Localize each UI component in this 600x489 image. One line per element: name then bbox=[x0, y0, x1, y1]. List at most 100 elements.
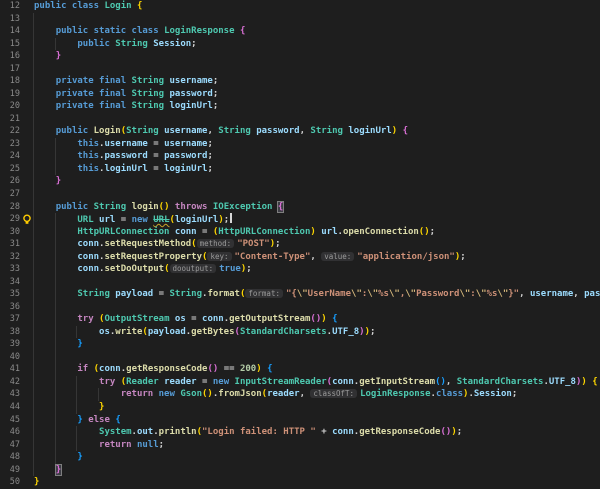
line-number[interactable]: 40 bbox=[0, 351, 20, 364]
code-line[interactable]: 35 String payload = String.format(format… bbox=[0, 288, 600, 301]
line-number[interactable]: 48 bbox=[0, 451, 20, 464]
code-line[interactable]: 37 try (OutputStream os = conn.getOutput… bbox=[0, 313, 600, 326]
code-line[interactable]: 12public class Login { bbox=[0, 0, 600, 13]
gutter-glyph-margin bbox=[20, 213, 34, 226]
code-token: = bbox=[197, 377, 213, 387]
code-line[interactable]: 41 if (conn.getResponseCode() == 200) { bbox=[0, 363, 600, 376]
line-number[interactable]: 15 bbox=[0, 38, 20, 51]
line-number[interactable]: 14 bbox=[0, 25, 20, 38]
code-line[interactable]: 30 HttpURLConnection conn = (HttpURLConn… bbox=[0, 226, 600, 239]
line-number[interactable]: 18 bbox=[0, 75, 20, 88]
code-token: this bbox=[77, 151, 99, 161]
line-number[interactable]: 47 bbox=[0, 439, 20, 452]
line-number[interactable]: 49 bbox=[0, 464, 20, 477]
line-number[interactable]: 33 bbox=[0, 263, 20, 276]
line-number[interactable]: 26 bbox=[0, 175, 20, 188]
line-number[interactable]: 22 bbox=[0, 125, 20, 138]
code-token: password bbox=[169, 89, 212, 99]
line-number[interactable]: 21 bbox=[0, 113, 20, 126]
line-number[interactable]: 32 bbox=[0, 251, 20, 264]
line-number[interactable]: 29 bbox=[0, 213, 20, 226]
line-number[interactable]: 43 bbox=[0, 388, 20, 401]
code-line[interactable]: 43 return new Gson().fromJson(reader, cl… bbox=[0, 388, 600, 401]
line-number[interactable]: 46 bbox=[0, 426, 20, 439]
code-line[interactable]: 34 bbox=[0, 276, 600, 289]
code-line[interactable]: 29 URL url = new URL(loginUrl); bbox=[0, 213, 600, 226]
code-token: if bbox=[77, 364, 88, 374]
line-number[interactable]: 34 bbox=[0, 276, 20, 289]
code-token: \" bbox=[389, 289, 400, 299]
line-number[interactable]: 13 bbox=[0, 13, 20, 26]
code-line[interactable]: 31 conn.setRequestMethod(method:"POST"); bbox=[0, 238, 600, 251]
code-text: return null; bbox=[34, 439, 164, 452]
code-line[interactable]: 33 conn.setDoOutput(dooutput:true); bbox=[0, 263, 600, 276]
line-number[interactable]: 37 bbox=[0, 313, 20, 326]
code-token: ; bbox=[457, 427, 462, 437]
code-line[interactable]: 45 } else { bbox=[0, 414, 600, 427]
code-token: setRequestProperty bbox=[104, 252, 202, 262]
code-token: \" bbox=[297, 289, 308, 299]
code-line[interactable]: 32 conn.setRequestProperty(key:"Content-… bbox=[0, 251, 600, 264]
line-number[interactable]: 23 bbox=[0, 138, 20, 151]
code-line[interactable]: 21 bbox=[0, 113, 600, 126]
code-line[interactable]: 50} bbox=[0, 476, 600, 489]
code-line[interactable]: 28 public String login() throws IOExcept… bbox=[0, 201, 600, 214]
code-token: conn bbox=[77, 239, 99, 249]
line-number[interactable]: 24 bbox=[0, 150, 20, 163]
code-token: this bbox=[77, 164, 99, 174]
code-line[interactable]: 27 bbox=[0, 188, 600, 201]
code-line[interactable]: 42 try (Reader reader = new InputStreamR… bbox=[0, 376, 600, 389]
code-line[interactable]: 44 } bbox=[0, 401, 600, 414]
code-line[interactable]: 20 private final String loginUrl; bbox=[0, 100, 600, 113]
code-token: loginUrl bbox=[348, 126, 391, 136]
line-number[interactable]: 16 bbox=[0, 50, 20, 63]
code-text: if (conn.getResponseCode() == 200) { bbox=[34, 363, 273, 376]
code-line[interactable]: 46 System.out.println("Login failed: HTT… bbox=[0, 426, 600, 439]
code-token: { bbox=[332, 314, 337, 324]
line-number[interactable]: 35 bbox=[0, 288, 20, 301]
line-number[interactable]: 50 bbox=[0, 476, 20, 489]
line-number[interactable]: 19 bbox=[0, 88, 20, 101]
code-line[interactable]: 13 bbox=[0, 13, 600, 26]
line-number[interactable]: 45 bbox=[0, 414, 20, 427]
line-number[interactable]: 30 bbox=[0, 226, 20, 239]
line-number[interactable]: 38 bbox=[0, 326, 20, 339]
code-line[interactable]: 36 bbox=[0, 301, 600, 314]
line-number[interactable]: 31 bbox=[0, 238, 20, 251]
line-number[interactable]: 44 bbox=[0, 401, 20, 414]
code-line[interactable]: 49 } bbox=[0, 464, 600, 477]
line-number[interactable]: 28 bbox=[0, 201, 20, 214]
code-line[interactable]: 16 } bbox=[0, 50, 600, 63]
code-line[interactable]: 38 os.write(payload.getBytes(StandardCha… bbox=[0, 326, 600, 339]
line-number[interactable]: 36 bbox=[0, 301, 20, 314]
line-number[interactable]: 17 bbox=[0, 63, 20, 76]
code-line[interactable]: 40 bbox=[0, 351, 600, 364]
line-number[interactable]: 27 bbox=[0, 188, 20, 201]
line-number[interactable]: 41 bbox=[0, 363, 20, 376]
code-line[interactable]: 23 this.username = username; bbox=[0, 138, 600, 151]
line-number[interactable]: 20 bbox=[0, 100, 20, 113]
code-line[interactable]: 39 } bbox=[0, 338, 600, 351]
code-line[interactable]: 48 } bbox=[0, 451, 600, 464]
code-line[interactable]: 15 public String Session; bbox=[0, 38, 600, 51]
code-line[interactable]: 47 return null; bbox=[0, 439, 600, 452]
line-number[interactable]: 25 bbox=[0, 163, 20, 176]
code-token: url bbox=[321, 227, 337, 237]
code-editor[interactable]: 12public class Login {1314 public static… bbox=[0, 0, 600, 489]
code-line[interactable]: 19 private final String password; bbox=[0, 88, 600, 101]
code-line[interactable]: 25 this.loginUrl = loginUrl; bbox=[0, 163, 600, 176]
code-token: password bbox=[256, 126, 299, 136]
code-line[interactable]: 14 public static class LoginResponse { bbox=[0, 25, 600, 38]
code-line[interactable]: 24 this.password = password; bbox=[0, 150, 600, 163]
code-token: os bbox=[175, 314, 186, 324]
lightbulb-icon[interactable] bbox=[22, 214, 32, 225]
code-token: URL bbox=[153, 215, 169, 225]
code-line[interactable]: 17 bbox=[0, 63, 600, 76]
line-number[interactable]: 42 bbox=[0, 376, 20, 389]
code-line[interactable]: 18 private final String username; bbox=[0, 75, 600, 88]
code-token: String bbox=[132, 101, 165, 111]
line-number[interactable]: 12 bbox=[0, 0, 20, 13]
code-line[interactable]: 22 public Login(String username, String … bbox=[0, 125, 600, 138]
line-number[interactable]: 39 bbox=[0, 338, 20, 351]
code-line[interactable]: 26 } bbox=[0, 175, 600, 188]
